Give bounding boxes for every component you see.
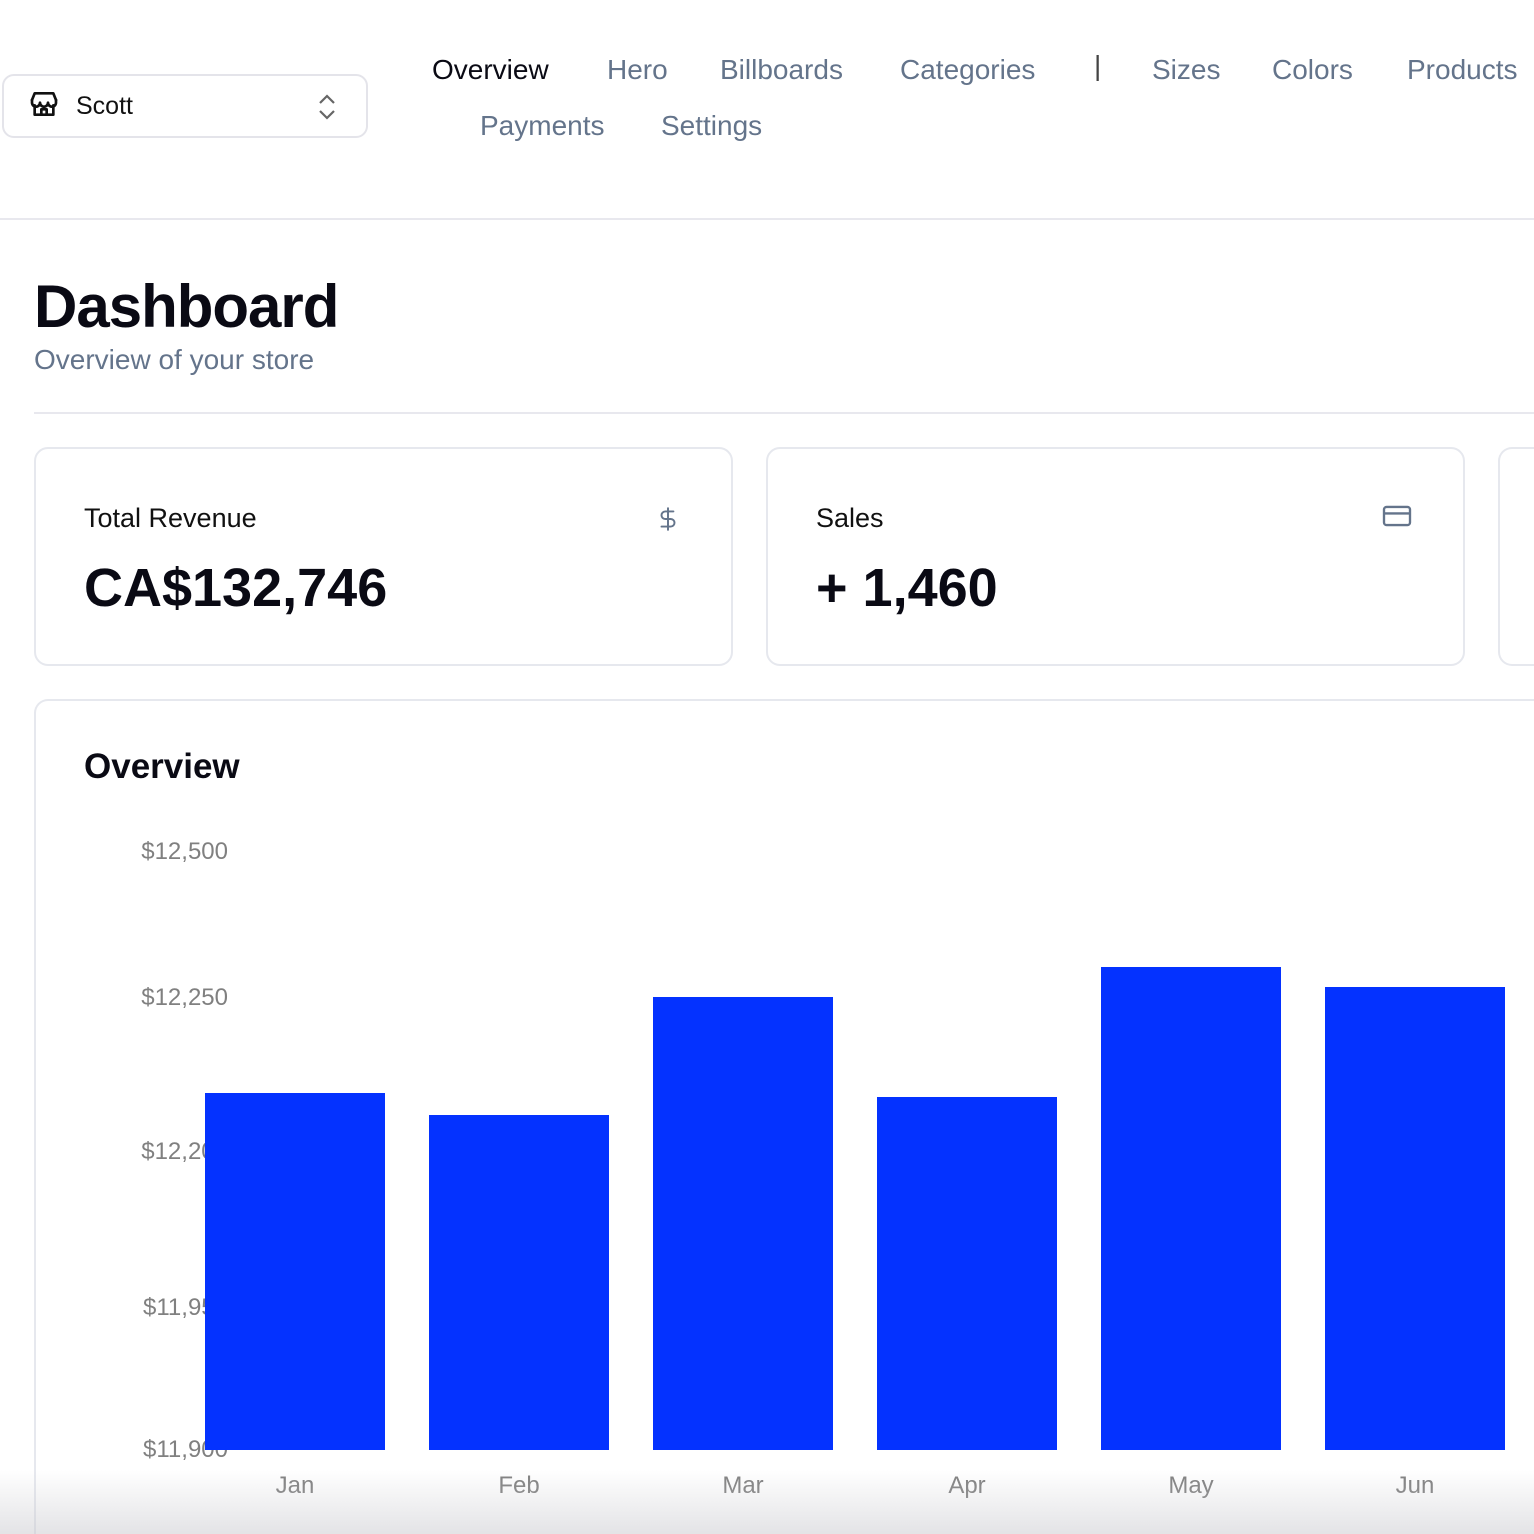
total-revenue-card: Total Revenue CA$132,746 [34, 447, 733, 666]
dollar-sign-icon [655, 503, 681, 540]
nav-sizes[interactable]: Sizes [1152, 54, 1220, 86]
header-divider [0, 218, 1534, 220]
page-title: Dashboard [34, 273, 339, 340]
store-switcher[interactable]: Scott [2, 74, 368, 138]
card-value: + 1,460 [816, 558, 998, 618]
section-divider [34, 412, 1534, 414]
y-tick-label: $12,250 [141, 984, 228, 1011]
chart-title: Overview [84, 747, 240, 786]
bar-jan[interactable] [205, 1093, 385, 1450]
y-tick-label: $12,500 [141, 838, 228, 865]
nav-products[interactable]: Products [1407, 54, 1518, 86]
stock-card [1498, 447, 1534, 666]
nav-hero[interactable]: Hero [607, 54, 668, 86]
store-icon [28, 88, 60, 125]
nav-payments[interactable]: Payments [480, 110, 605, 142]
nav-colors[interactable]: Colors [1272, 54, 1353, 86]
nav-billboards[interactable]: Billboards [720, 54, 843, 86]
nav-settings[interactable]: Settings [661, 110, 762, 142]
chevrons-up-down-icon [316, 92, 338, 127]
nav-separator: | [1094, 50, 1102, 81]
sales-card: Sales + 1,460 [766, 447, 1465, 666]
bar-apr[interactable] [877, 1096, 1057, 1450]
bar-jun[interactable] [1325, 986, 1505, 1450]
nav-overview[interactable]: Overview [432, 54, 549, 86]
store-name: Scott [76, 91, 133, 120]
card-value: CA$132,746 [84, 558, 388, 618]
card-label: Sales [816, 503, 884, 533]
bar-feb[interactable] [429, 1115, 609, 1450]
bar-may[interactable] [1101, 967, 1281, 1450]
bottom-fade [0, 1470, 1534, 1534]
page-subtitle: Overview of your store [34, 344, 315, 375]
card-label: Total Revenue [84, 503, 257, 533]
credit-card-icon [1381, 503, 1413, 534]
nav-categories[interactable]: Categories [900, 54, 1035, 86]
bar-mar[interactable] [653, 997, 833, 1450]
